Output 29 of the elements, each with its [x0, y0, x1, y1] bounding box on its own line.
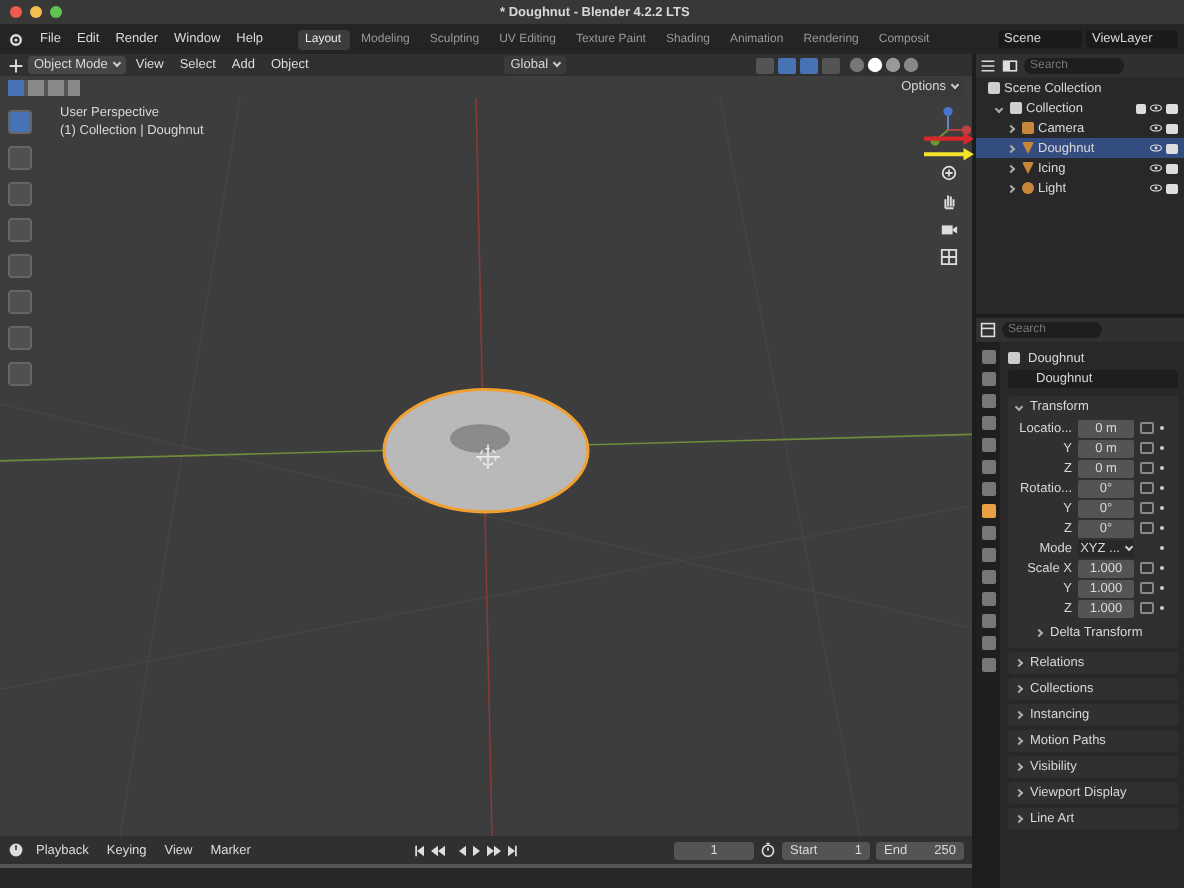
hand-icon[interactable] [939, 192, 957, 210]
zoom-icon[interactable] [50, 6, 62, 18]
eye-icon[interactable] [1150, 184, 1162, 192]
light-icon [1022, 182, 1034, 194]
playback-controls-icon[interactable] [409, 843, 522, 857]
stopwatch-icon[interactable] [760, 842, 776, 858]
eye-icon[interactable] [1150, 104, 1162, 112]
shading-mode-icon[interactable] [844, 56, 924, 74]
3d-cursor-icon [475, 443, 501, 470]
clock-icon[interactable] [8, 842, 24, 858]
caret-icon[interactable] [1006, 143, 1016, 153]
editor-type-icon[interactable] [8, 57, 24, 73]
eye-icon[interactable] [1150, 124, 1162, 132]
eye-icon[interactable] [1150, 144, 1162, 152]
editor-type-icon[interactable] [980, 322, 996, 338]
filter-icon[interactable] [1002, 58, 1018, 74]
eye-icon[interactable] [1150, 164, 1162, 172]
app-logo-icon[interactable] [8, 31, 24, 47]
doughnut-mesh[interactable] [382, 388, 590, 514]
caret-icon[interactable] [1006, 163, 1016, 173]
caret-icon[interactable] [994, 103, 1004, 113]
grid-icon[interactable] [939, 248, 957, 266]
caret-icon[interactable] [1006, 183, 1016, 193]
list-icon[interactable] [980, 58, 996, 74]
zoom-icon[interactable] [939, 164, 957, 182]
close-icon[interactable] [10, 6, 22, 18]
minimize-icon[interactable] [30, 6, 42, 18]
caret-icon[interactable] [1006, 123, 1016, 133]
checkbox-icon[interactable] [1136, 103, 1146, 113]
